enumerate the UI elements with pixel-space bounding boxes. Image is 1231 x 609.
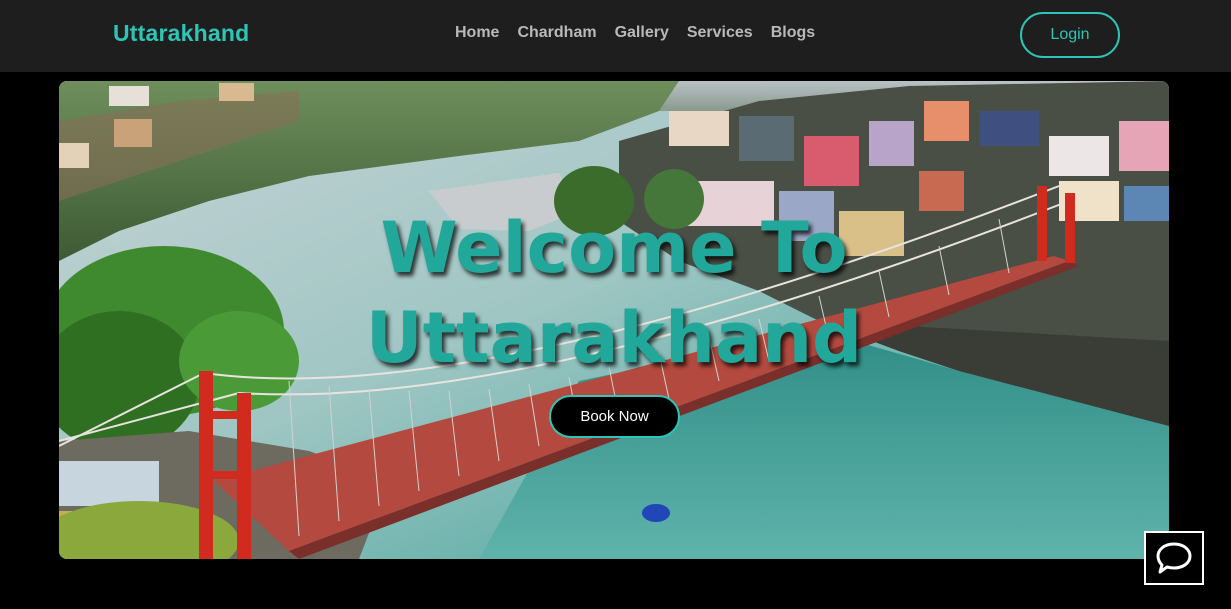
brand-logo[interactable]: Uttarakhand	[113, 20, 249, 47]
chat-button[interactable]	[1144, 531, 1204, 585]
main-nav: Home Chardham Gallery Services Blogs	[455, 24, 815, 42]
nav-link-home[interactable]: Home	[455, 24, 499, 42]
hero-title: Welcome To Uttarakhand	[59, 203, 1169, 383]
book-now-button[interactable]: Book Now	[549, 395, 680, 438]
nav-link-gallery[interactable]: Gallery	[615, 24, 669, 42]
nav-link-blogs[interactable]: Blogs	[771, 24, 815, 42]
hero-title-line1: Welcome To	[380, 207, 848, 289]
hero-title-line2: Uttarakhand	[365, 297, 863, 379]
nav-link-chardham[interactable]: Chardham	[517, 24, 596, 42]
top-navbar: Uttarakhand Home Chardham Gallery Servic…	[0, 0, 1231, 72]
nav-link-services[interactable]: Services	[687, 24, 753, 42]
chat-bubble-icon	[1156, 542, 1192, 574]
hero-banner: Welcome To Uttarakhand Book Now	[59, 81, 1169, 559]
login-button[interactable]: Login	[1020, 12, 1120, 58]
